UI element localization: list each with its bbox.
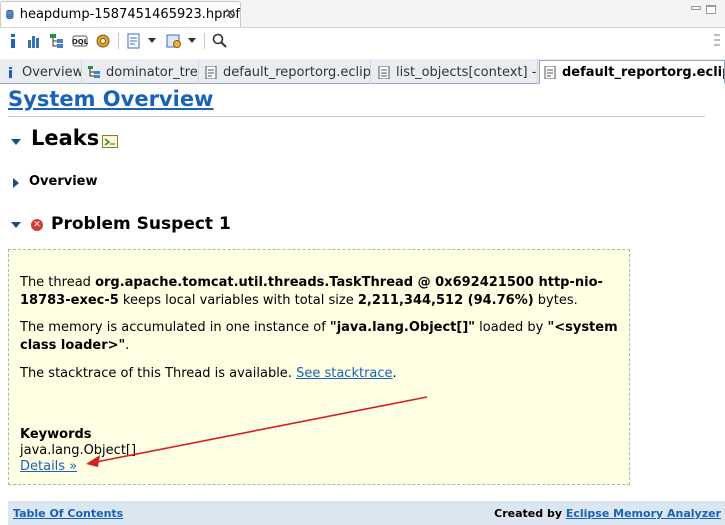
table-of-contents-link[interactable]: Table Of Contents [13,507,123,520]
result-tab-bar: Overview dominator_tree default_report or… [0,59,725,84]
tab-overview[interactable]: Overview [0,60,82,84]
histogram-icon[interactable] [26,33,42,49]
heap-dump-details-icon[interactable] [95,33,111,49]
leaks-heading: Leaks [31,126,100,150]
retained-size: 2,211,344,512 (94.76%) [357,293,534,308]
see-stacktrace-link[interactable]: See stacktrace [296,366,392,381]
accumulating-class: "java.lang.Object[]" [329,320,476,335]
report-footer: Table Of Contents Created by Eclipse Mem… [8,501,725,525]
report-icon [205,65,217,79]
query-browser-icon[interactable] [166,33,182,49]
text: . [392,366,397,381]
oql-icon[interactable]: OQL [72,33,88,49]
editor-toolbar: OQL [0,27,725,53]
details-link[interactable]: Details » [20,459,77,474]
editor-title-bar: heapdump-1587451465923.hprof ✕ [0,0,725,27]
dominator-tree-icon [88,65,100,78]
overview-expand-icon[interactable] [13,178,19,188]
report-view: System Overview Leaks Overview ✕ Problem… [0,84,725,525]
find-object-icon[interactable] [212,33,228,49]
leaks-collapse-icon[interactable] [11,139,21,145]
text: bytes. [533,293,578,308]
text: The memory is accumulated in one instanc… [20,320,330,335]
tab-label: Overview [22,64,82,80]
tab-default-report[interactable]: default_report org.eclip [201,60,371,84]
stacktrace-description: The stacktrace of this Thread is availab… [20,365,620,383]
overview-heading[interactable]: Overview [29,174,98,189]
close-icon[interactable]: ✕ [224,6,236,22]
tab-list-objects[interactable]: list_objects [context] -i [374,60,538,84]
text: The thread [20,275,96,290]
tab-label-suffix: [context] -i [468,64,538,80]
error-icon: ✕ [31,219,43,231]
created-by-text: Created by Eclipse Memory Analyzer [494,507,721,520]
editor-file-tab[interactable]: heapdump-1587451465923.hprof ✕ [0,1,241,27]
problem-suspect-heading: Problem Suspect 1 [51,214,231,234]
accumulation-description: The memory is accumulated in one instanc… [20,319,620,355]
text: . [125,338,130,353]
dominator-tree-icon[interactable] [49,33,65,49]
svg-text:OQL: OQL [72,38,88,46]
text: loaded by [475,320,548,335]
system-overview-link[interactable]: System Overview [8,87,213,111]
info-icon[interactable] [5,33,21,49]
maximize-icon[interactable] [706,5,716,14]
eclipse-memory-analyzer-link[interactable]: Eclipse Memory Analyzer [566,507,721,520]
editor-file-tab-label: heapdump-1587451465923.hprof [19,7,240,22]
list-objects-icon [378,65,390,79]
chevron-down-icon[interactable] [148,38,156,43]
tab-label-suffix: org.eclip [667,64,725,80]
toolbar-separator [118,33,119,49]
title-divider [8,116,705,117]
keyword-value: java.lang.Object[] [20,443,137,458]
chevron-down-icon[interactable] [188,38,196,43]
tab-label-suffix: org.eclip [314,64,371,80]
info-icon [9,66,12,78]
suspect-description: The thread org.apache.tomcat.util.thread… [20,274,620,310]
report-icon [544,65,556,79]
keywords-label: Keywords [20,427,92,442]
tab-default-report-active[interactable]: default_report org.eclip [539,60,725,84]
suspect-collapse-icon[interactable] [11,222,21,228]
tab-label: dominator_tree [106,64,199,80]
tab-label: default_report [562,64,668,80]
toolbar-separator [204,33,205,49]
heap-dump-file-icon [6,9,14,20]
leaks-report-icon[interactable] [102,135,118,148]
tab-label: list_objects [396,64,469,80]
problem-suspect-box: The thread org.apache.tomcat.util.thread… [8,249,630,485]
tab-label: default_report [223,64,315,80]
text: keeps local variables with total size [118,293,358,308]
tab-dominator-tree[interactable]: dominator_tree [84,60,199,84]
text: The stacktrace of this Thread is availab… [20,366,297,381]
toolbar-more-icon[interactable] [713,31,721,49]
text: Created by [494,507,566,520]
run-report-icon[interactable] [126,33,142,49]
minimize-icon[interactable] [691,6,701,10]
